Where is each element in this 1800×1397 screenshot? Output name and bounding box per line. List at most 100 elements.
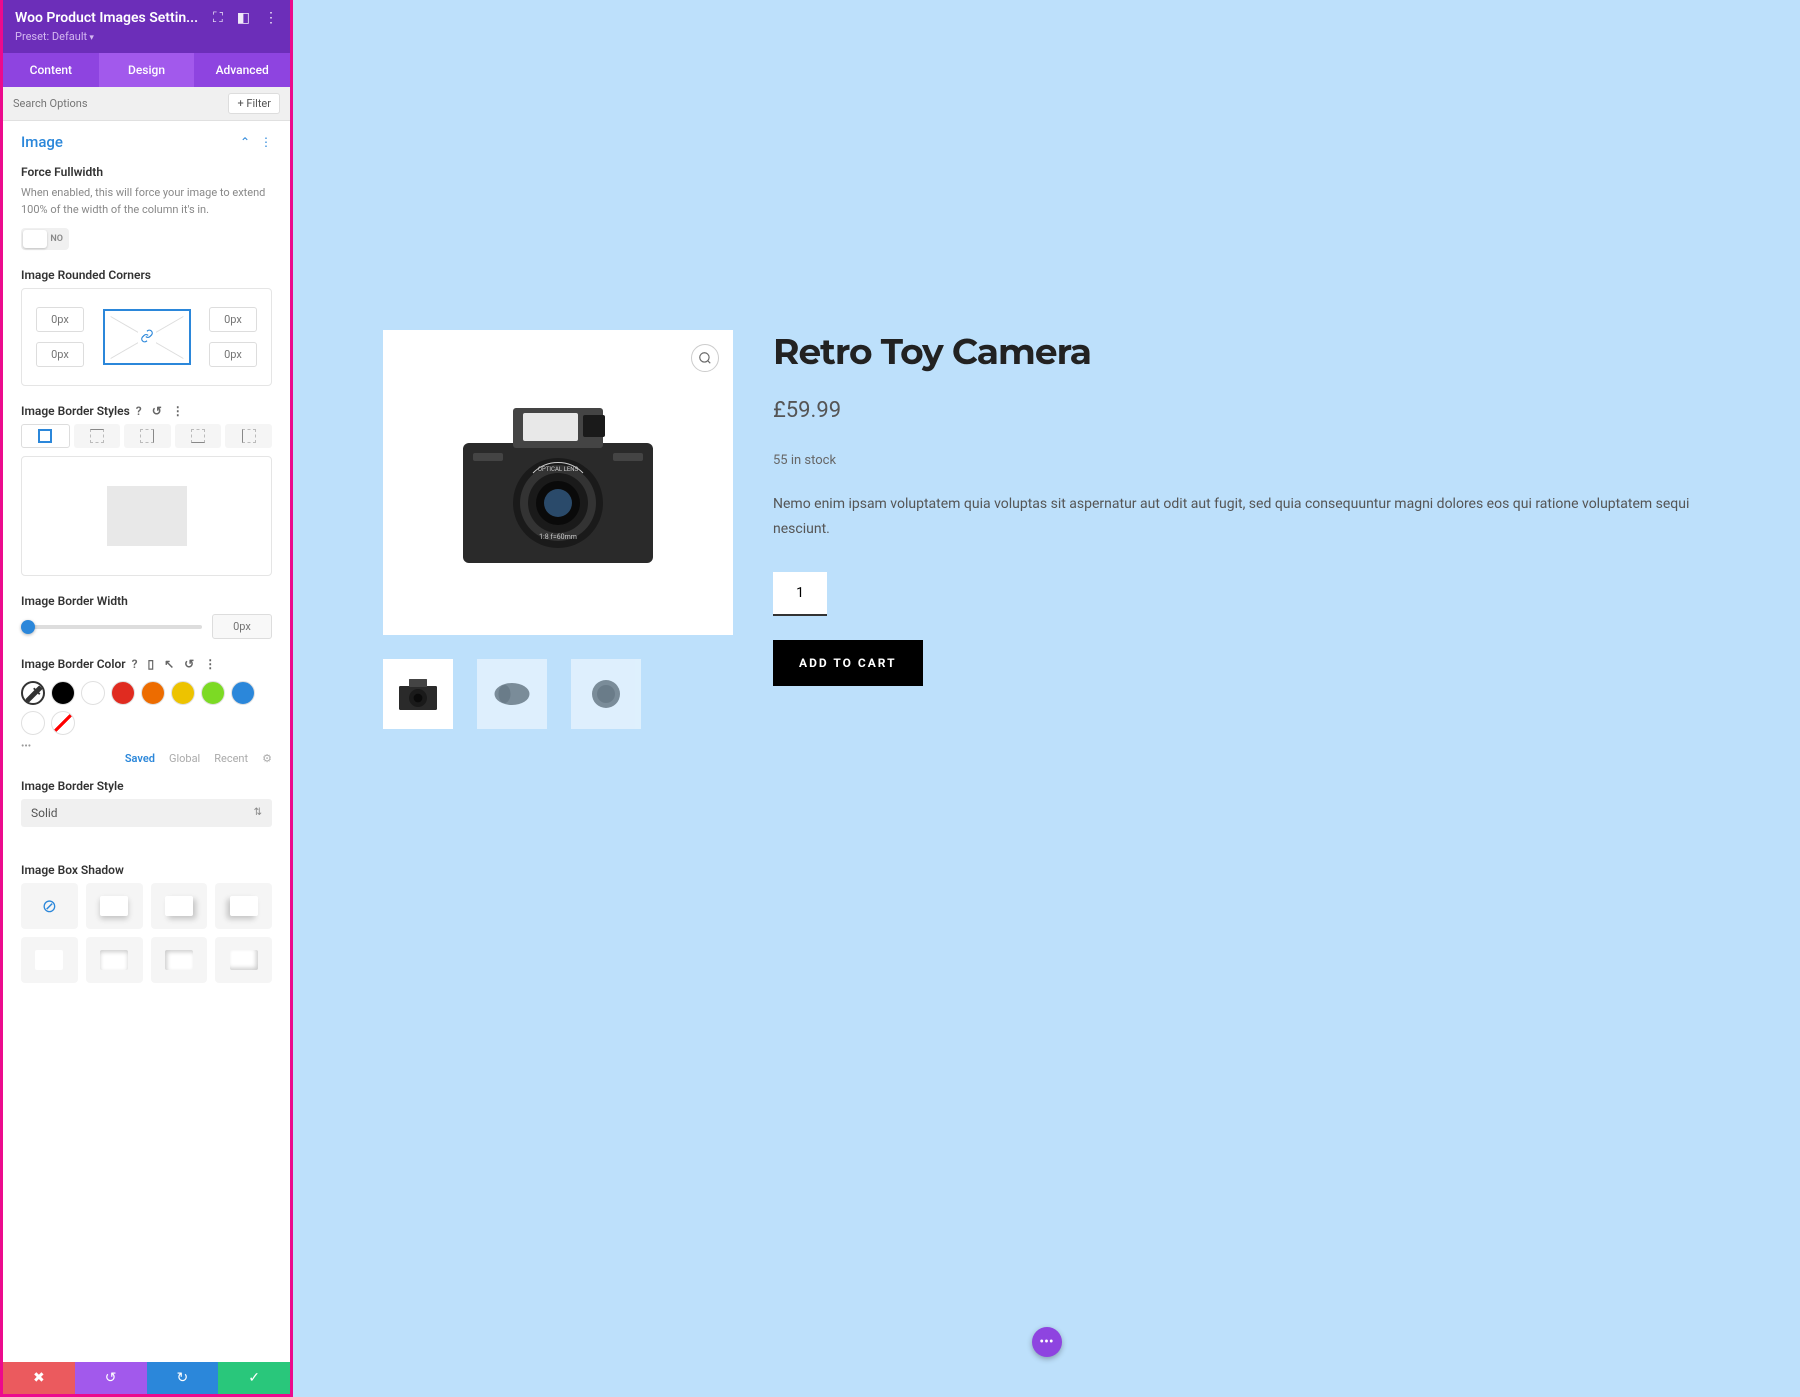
gear-icon[interactable]: ⚙ xyxy=(262,752,272,765)
corner-bottom-left-input[interactable] xyxy=(36,342,84,367)
settings-panel: Image ⌃ ⋮ Force Fullwidth When enabled, … xyxy=(3,121,290,1362)
stock-status: 55 in stock xyxy=(773,453,1710,468)
shadow-none[interactable]: ⊘ xyxy=(21,883,78,929)
reset-icon[interactable]: ↺ xyxy=(152,404,162,418)
force-fullwidth-help: When enabled, this will force your image… xyxy=(21,185,272,218)
product-description: Nemo enim ipsam voluptatem quia voluptas… xyxy=(773,492,1710,542)
search-row: + Filter xyxy=(3,87,290,121)
product-info: Retro Toy Camera £59.99 55 in stock Nemo… xyxy=(773,330,1710,729)
thumbnail[interactable] xyxy=(571,659,641,729)
border-width-label: Image Border Width xyxy=(21,594,272,608)
border-preview xyxy=(21,456,272,576)
shadow-opt[interactable] xyxy=(215,937,272,983)
quantity-input[interactable] xyxy=(773,572,827,616)
module-title: Woo Product Images Settin... xyxy=(15,10,213,26)
help-icon[interactable]: ? xyxy=(132,657,138,671)
shadow-opt[interactable] xyxy=(151,937,208,983)
rounded-corners-control xyxy=(21,288,272,386)
force-fullwidth-toggle[interactable]: NO xyxy=(21,228,69,250)
color-tab-saved[interactable]: Saved xyxy=(125,752,155,765)
border-top[interactable] xyxy=(74,424,121,448)
palette-expand[interactable]: ••• xyxy=(21,741,272,752)
color-palette xyxy=(21,681,272,735)
product-price: £59.99 xyxy=(773,398,1710,423)
tab-content[interactable]: Content xyxy=(3,53,99,87)
filter-button[interactable]: + Filter xyxy=(228,93,280,114)
settings-tabs: Content Design Advanced xyxy=(3,53,290,87)
corner-link-preview[interactable] xyxy=(103,309,191,365)
border-style-select[interactable]: Solid xyxy=(21,799,272,827)
product-layout: OPTICAL LENS 1:8 f=60mm Retro Toy xyxy=(293,0,1800,789)
force-fullwidth-label: Force Fullwidth xyxy=(21,165,272,179)
close-button[interactable]: ✖ xyxy=(3,1362,75,1394)
reset-icon[interactable]: ↺ xyxy=(184,657,194,671)
action-bar: ✖ ↺ ↻ ✓ xyxy=(3,1362,290,1394)
preview-canvas: OPTICAL LENS 1:8 f=60mm Retro Toy xyxy=(293,0,1800,1397)
tab-advanced[interactable]: Advanced xyxy=(194,53,290,87)
thumbnail[interactable] xyxy=(383,659,453,729)
link-icon xyxy=(138,326,156,349)
help-icon[interactable]: ? xyxy=(136,404,142,418)
box-shadow-label: Image Box Shadow xyxy=(21,863,272,877)
border-color-label: Image Border Color ? ▯ ↖ ↺ ⋮ xyxy=(21,657,272,671)
thumbnail[interactable] xyxy=(477,659,547,729)
product-gallery: OPTICAL LENS 1:8 f=60mm xyxy=(383,330,733,729)
shadow-opt[interactable] xyxy=(86,883,143,929)
tab-design[interactable]: Design xyxy=(99,53,195,87)
color-tab-recent[interactable]: Recent xyxy=(214,752,248,765)
border-width-input[interactable] xyxy=(212,614,272,639)
color-swatch[interactable] xyxy=(201,681,225,705)
module-header: Woo Product Images Settin... ⛶ ◧ ⋮ Prese… xyxy=(3,0,290,53)
shadow-opt[interactable] xyxy=(86,937,143,983)
border-all-sides[interactable] xyxy=(21,424,70,448)
border-bottom[interactable] xyxy=(175,424,222,448)
corner-bottom-right-input[interactable] xyxy=(209,342,257,367)
shadow-opt[interactable] xyxy=(151,883,208,929)
color-swatch-none[interactable] xyxy=(51,711,75,735)
preset-dropdown[interactable]: Preset: Default xyxy=(15,30,278,43)
shadow-opt[interactable] xyxy=(215,883,272,929)
collapse-icon[interactable]: ⌃ xyxy=(240,135,250,149)
thumbnail-row xyxy=(383,659,733,729)
color-swatch[interactable] xyxy=(51,681,75,705)
border-side-selector xyxy=(21,424,272,448)
color-swatch[interactable] xyxy=(21,711,45,735)
border-width-slider[interactable] xyxy=(21,625,202,629)
options-icon[interactable]: ⋮ xyxy=(204,657,216,671)
search-input[interactable] xyxy=(13,97,228,110)
snap-icon[interactable]: ◧ xyxy=(237,10,250,26)
color-swatch[interactable] xyxy=(231,681,255,705)
color-picker-icon[interactable] xyxy=(21,681,45,705)
color-swatch[interactable] xyxy=(171,681,195,705)
expand-icon[interactable]: ⛶ xyxy=(213,10,223,26)
svg-text:1:8 f=60mm: 1:8 f=60mm xyxy=(539,533,577,541)
builder-fab[interactable]: ••• xyxy=(1032,1327,1062,1357)
border-right[interactable] xyxy=(124,424,171,448)
border-left[interactable] xyxy=(225,424,272,448)
undo-button[interactable]: ↺ xyxy=(75,1362,147,1394)
color-tab-global[interactable]: Global xyxy=(169,752,200,765)
tablet-icon[interactable]: ▯ xyxy=(147,657,154,671)
shadow-opt[interactable] xyxy=(21,937,78,983)
zoom-icon[interactable] xyxy=(691,344,719,372)
section-title[interactable]: Image xyxy=(21,133,63,151)
save-button[interactable]: ✓ xyxy=(218,1362,290,1394)
add-to-cart-button[interactable]: ADD TO CART xyxy=(773,640,923,686)
border-style-label: Image Border Style xyxy=(21,779,272,793)
color-swatch[interactable] xyxy=(141,681,165,705)
rounded-corners-label: Image Rounded Corners xyxy=(21,268,272,282)
main-product-image: OPTICAL LENS 1:8 f=60mm xyxy=(383,330,733,635)
settings-sidebar: Woo Product Images Settin... ⛶ ◧ ⋮ Prese… xyxy=(0,0,293,1397)
color-swatch[interactable] xyxy=(111,681,135,705)
color-swatch[interactable] xyxy=(81,681,105,705)
corner-top-left-input[interactable] xyxy=(36,307,84,332)
options-icon[interactable]: ⋮ xyxy=(172,404,184,418)
section-more-icon[interactable]: ⋮ xyxy=(260,135,272,149)
hover-icon[interactable]: ↖ xyxy=(164,657,174,671)
corner-top-right-input[interactable] xyxy=(209,307,257,332)
more-icon[interactable]: ⋮ xyxy=(264,10,278,26)
camera-illustration: OPTICAL LENS 1:8 f=60mm xyxy=(433,383,683,583)
shadow-options: ⊘ xyxy=(21,883,272,983)
svg-text:OPTICAL LENS: OPTICAL LENS xyxy=(538,466,579,473)
redo-button[interactable]: ↻ xyxy=(147,1362,219,1394)
